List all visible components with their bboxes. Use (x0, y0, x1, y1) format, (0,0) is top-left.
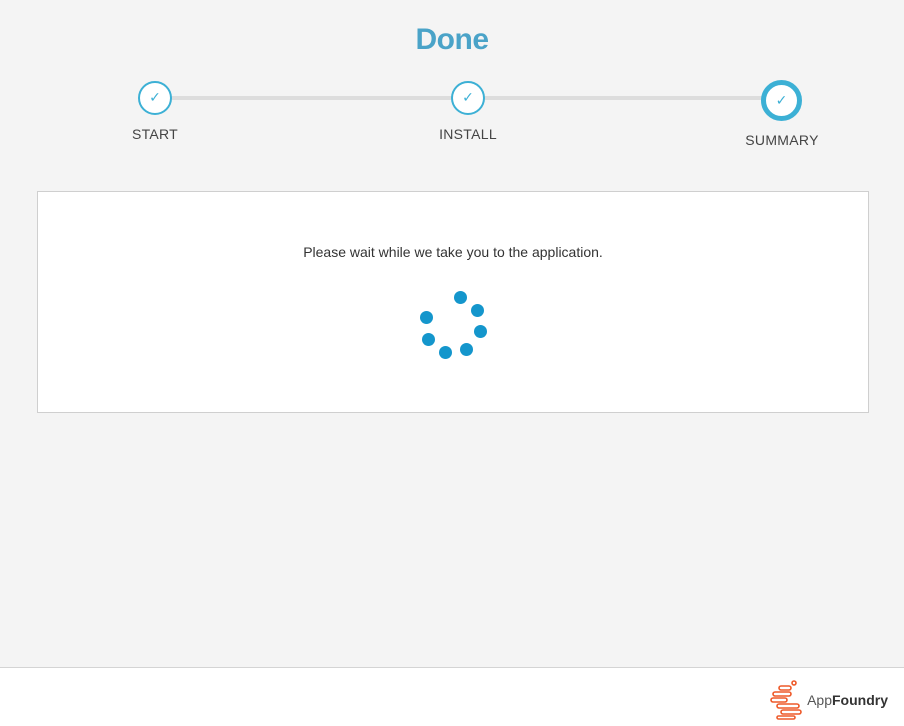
appfoundry-logo-icon (770, 680, 802, 720)
spinner-dot (471, 304, 484, 317)
step-label-start: START (131, 126, 179, 142)
brand-prefix: App (807, 692, 832, 708)
footer: App Foundry (0, 667, 904, 726)
brand-suffix: Foundry (832, 692, 888, 708)
spinner-dot (422, 333, 435, 346)
step-install-check-icon: ✓ (451, 81, 485, 115)
wait-message: Please wait while we take you to the app… (303, 244, 603, 260)
step-start-check-icon: ✓ (138, 81, 172, 115)
step-label-install: INSTALL (439, 126, 497, 142)
step-label-summary: SUMMARY (745, 132, 819, 148)
spinner-dot (474, 325, 487, 338)
spinner-dot (439, 346, 452, 359)
spinner-dot (460, 343, 473, 356)
spinner-dot (454, 291, 467, 304)
loading-spinner-icon (413, 287, 493, 367)
appfoundry-wordmark: App Foundry (807, 692, 888, 708)
appfoundry-logo: App Foundry (769, 680, 888, 720)
spinner-dot (420, 311, 433, 324)
status-panel: Please wait while we take you to the app… (37, 191, 869, 413)
step-summary-check-icon: ✓ (761, 80, 802, 121)
progress-stepper: ✓ START ✓ INSTALL ✓ SUMMARY (0, 0, 904, 160)
